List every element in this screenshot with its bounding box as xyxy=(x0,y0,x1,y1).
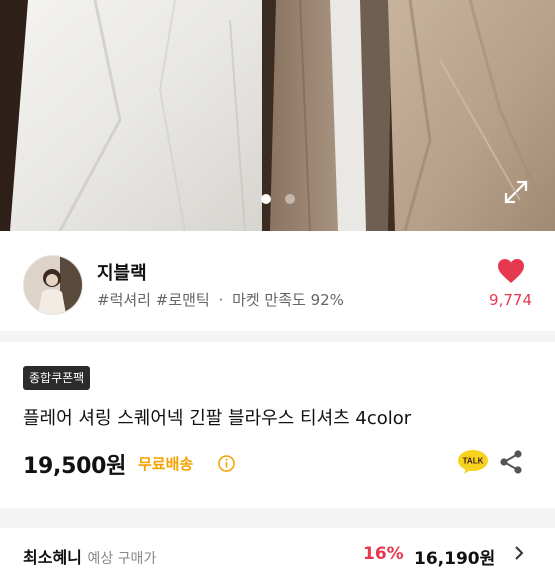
kakao-talk-share-button[interactable]: TALK xyxy=(457,449,489,475)
market-satisfaction: 마켓 만족도 92% xyxy=(232,291,344,309)
info-icon[interactable] xyxy=(218,455,235,472)
discounted-price: 16,190원 xyxy=(414,549,496,568)
section-divider xyxy=(0,508,555,528)
lowest-label-text: 최소혜니 xyxy=(23,548,82,567)
coupon-badge[interactable]: 종합쿠폰팩 xyxy=(23,366,91,390)
chevron-right-icon[interactable] xyxy=(512,546,526,560)
product-title: 플레어 셔링 스퀘어넥 긴팔 블라우스 티셔츠 4color xyxy=(23,408,412,429)
carousel-dot-active[interactable] xyxy=(260,194,271,204)
seller-tag[interactable]: #로맨틱 xyxy=(156,291,210,309)
like-count: 9,774 xyxy=(489,291,532,309)
heart-icon[interactable] xyxy=(497,258,525,284)
seller-tags: #럭셔리 #로맨틱 · 마켓 만족도 92% xyxy=(97,289,344,310)
lowest-label-sub: 예상 구매가 xyxy=(87,551,157,567)
talk-label: TALK xyxy=(463,457,484,466)
product-price: 19,500원 xyxy=(23,454,127,479)
carousel-indicator xyxy=(0,194,555,204)
lowest-price-label: 최소혜니 예상 구매가 xyxy=(23,544,156,568)
seller-name[interactable]: 지블랙 xyxy=(97,259,147,285)
carousel-dot[interactable] xyxy=(284,194,295,204)
product-image-carousel[interactable] xyxy=(0,0,555,231)
section-divider xyxy=(0,331,555,342)
share-icon[interactable] xyxy=(498,449,524,475)
seller-tag[interactable]: #럭셔리 xyxy=(97,291,151,309)
seller-info[interactable]: 지블랙 #럭셔리 #로맨틱 · 마켓 만족도 92% 9,774 xyxy=(0,231,555,331)
free-shipping-label: 무료배송 xyxy=(138,455,194,473)
tag-separator: · xyxy=(218,291,224,309)
avatar-image xyxy=(24,256,82,314)
lowest-price-row[interactable]: 최소혜니 예상 구매가 16% 16,190원 xyxy=(0,528,555,568)
expand-icon[interactable] xyxy=(503,179,529,205)
discount-percent: 16% xyxy=(363,544,404,564)
seller-avatar[interactable] xyxy=(23,255,83,315)
